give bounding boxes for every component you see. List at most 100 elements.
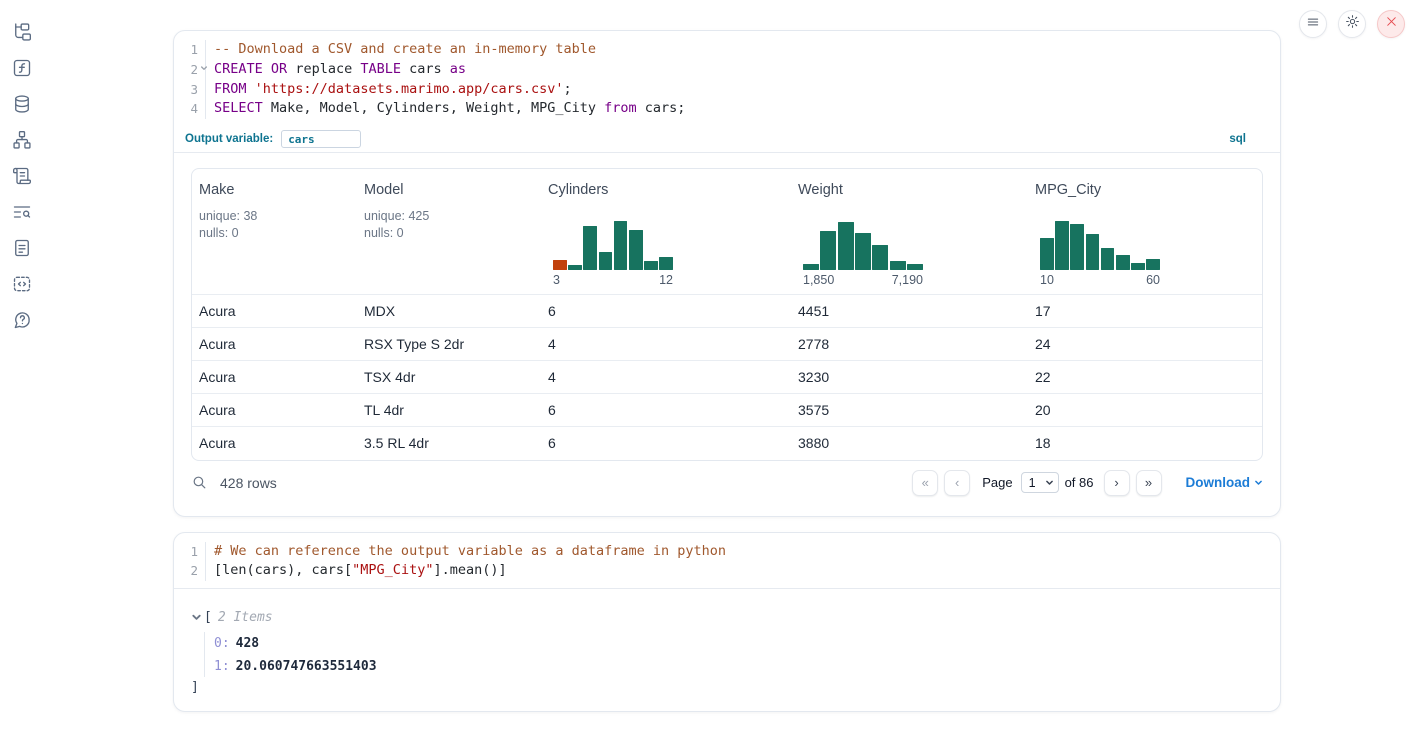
fold-chevron-icon[interactable] [200,58,208,78]
gear-icon [1345,14,1360,34]
page-select[interactable]: 1 [1021,472,1059,493]
cell-weight: 4451 [791,295,1028,328]
column-header-weight[interactable]: Weight 1,850 7,190 [791,169,1028,295]
dependency-graph-icon[interactable] [12,130,32,150]
histogram-bar[interactable] [553,260,567,270]
histogram-bar[interactable] [855,233,871,270]
histogram-bar[interactable] [820,231,836,270]
histogram-bar[interactable] [614,221,628,270]
cell-make: Acura [192,361,357,394]
functions-icon[interactable] [12,58,32,78]
hist-min-label: 10 [1040,273,1054,287]
histogram-bar[interactable] [1040,238,1054,270]
table-row[interactable]: Acura TL 4dr 6 3575 20 [192,394,1262,427]
python-code-editor[interactable]: 1 # We can reference the output variable… [174,533,1280,589]
cell-weight: 3880 [791,427,1028,460]
menu-icon [1306,15,1320,34]
histogram-bar[interactable] [568,265,582,270]
histogram-bar[interactable] [803,264,819,270]
table-row[interactable]: Acura TSX 4dr 4 3230 22 [192,361,1262,394]
cell-model: RSX Type S 2dr [357,328,541,361]
table-row[interactable]: Acura 3.5 RL 4dr 6 3880 18 [192,427,1262,460]
histogram-cylinders[interactable]: 3 12 [553,198,673,294]
line-number: 3 [174,80,206,100]
table-row[interactable]: Acura MDX 6 4451 17 [192,295,1262,328]
item-key: 1: [214,659,230,674]
help-icon[interactable] [12,310,32,330]
search-icon[interactable] [191,474,208,491]
scratchpad-icon[interactable] [12,166,32,186]
histogram-bar[interactable] [1101,248,1115,270]
sql-code-editor[interactable]: 1 -- Download a CSV and create an in-mem… [174,31,1280,126]
histogram-bar[interactable] [890,261,906,270]
collapse-chevron-icon[interactable] [191,612,202,623]
prev-page-button[interactable]: ‹ [944,470,970,496]
histogram-bar[interactable] [872,245,888,270]
column-header-mpg-city[interactable]: MPG_City 10 60 [1028,169,1262,295]
histogram-bar[interactable] [838,222,854,270]
hist-max-label: 60 [1146,273,1160,287]
table-footer: 428 rows « ‹ Page 1 of 86 › » Download [191,461,1263,505]
documentation-icon[interactable] [12,238,32,258]
histogram-bar[interactable] [1131,263,1145,270]
sql-cell: 1 -- Download a CSV and create an in-mem… [173,30,1281,517]
histogram-bar[interactable] [599,252,613,270]
line-number: 2 [174,60,206,80]
logs-icon[interactable] [12,202,32,222]
cell-make: Acura [192,394,357,427]
histogram-bar[interactable] [1086,234,1100,270]
python-comment: # We can reference the output variable a… [214,543,726,559]
cell-cylinders: 6 [541,394,791,427]
column-header-make[interactable]: Make unique: 38nulls: 0 [192,169,357,295]
snippets-icon[interactable] [12,274,32,294]
table-row[interactable]: Acura RSX Type S 2dr 4 2778 24 [192,328,1262,361]
output-variable-input[interactable] [281,130,361,148]
line-number: 2 [174,561,206,581]
items-count: 2 Items [218,610,273,625]
cell-weight: 3575 [791,394,1028,427]
hist-max-label: 12 [659,273,673,287]
cell-mpg-city: 18 [1028,427,1262,460]
cell-mpg-city: 24 [1028,328,1262,361]
hist-min-label: 1,850 [803,273,834,287]
cell-cylinders: 4 [541,361,791,394]
chevron-down-icon [1254,475,1263,490]
page-label: Page [982,475,1012,490]
cell-weight: 3230 [791,361,1028,394]
list-item: 1: 20.060747663551403 [214,655,1280,678]
column-header-cylinders[interactable]: Cylinders 3 12 [541,169,791,295]
cell-mpg-city: 22 [1028,361,1262,394]
histogram-bar[interactable] [1116,255,1130,271]
histogram-mpg-city[interactable]: 10 60 [1040,198,1160,294]
histogram-bar[interactable] [644,261,658,270]
cell-model: 3.5 RL 4dr [357,427,541,460]
cell-cylinders: 6 [541,427,791,460]
cell-mpg-city: 20 [1028,394,1262,427]
hist-min-label: 3 [553,273,560,287]
data-sources-icon[interactable] [12,94,32,114]
row-count: 428 rows [220,475,277,491]
last-page-button[interactable]: » [1136,470,1162,496]
shutdown-button[interactable] [1377,10,1405,38]
first-page-button[interactable]: « [912,470,938,496]
language-badge[interactable]: sql [1229,133,1246,145]
histogram-bar[interactable] [1055,221,1069,270]
histogram-bar[interactable] [1146,259,1160,270]
histogram-bar[interactable] [583,226,597,270]
histogram-bar[interactable] [629,230,643,271]
settings-button[interactable] [1338,10,1366,38]
histogram-weight[interactable]: 1,850 7,190 [803,198,923,294]
code-line: 2 [len(cars), cars["MPG_City"].mean()] [174,561,1280,581]
menu-button[interactable] [1299,10,1327,38]
column-header-model[interactable]: Model unique: 425nulls: 0 [357,169,541,295]
histogram-bar[interactable] [659,257,673,271]
cell-make: Acura [192,295,357,328]
histogram-bar[interactable] [907,264,923,270]
close-icon [1385,15,1398,33]
next-page-button[interactable]: › [1104,470,1130,496]
download-button[interactable]: Download [1186,475,1264,490]
file-explorer-icon[interactable] [12,22,32,42]
code-line: 1 -- Download a CSV and create an in-mem… [174,40,1280,60]
pagination: « ‹ Page 1 of 86 › » Download [912,470,1263,496]
histogram-bar[interactable] [1070,224,1084,270]
